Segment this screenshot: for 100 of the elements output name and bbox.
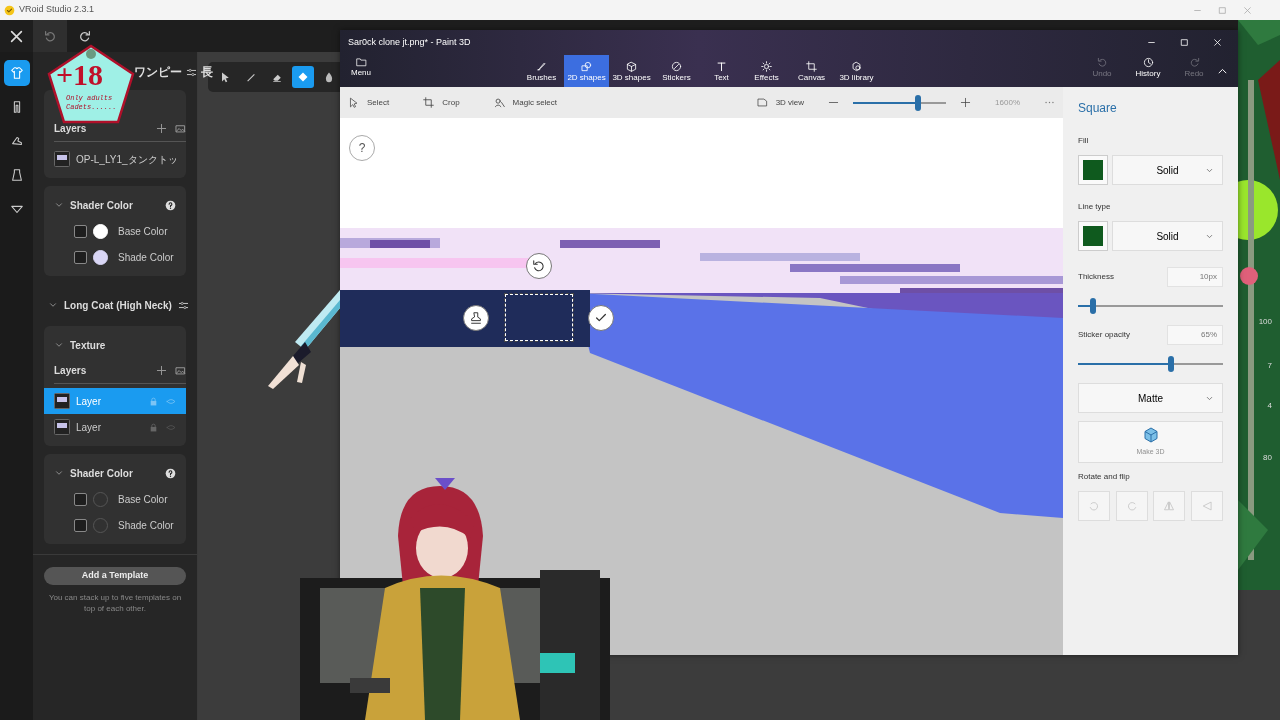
section-title: Shader Color [70, 198, 133, 213]
field-label: Sticker opacity [1078, 329, 1131, 341]
chevron-icon[interactable] [54, 200, 64, 210]
value-field[interactable]: 10px [1167, 267, 1223, 287]
person-icon [493, 97, 505, 108]
toolbar-tab[interactable]: 3D library [834, 55, 879, 87]
cube-icon [626, 60, 637, 72]
droplet-icon [323, 71, 335, 83]
text-icon [716, 60, 727, 72]
toolbar-tab[interactable]: Brushes [519, 55, 564, 87]
crop-icon [423, 97, 435, 108]
tool-button[interactable] [292, 66, 314, 88]
color-label: Base Color [118, 224, 168, 239]
layer-name: Layer [76, 420, 102, 435]
tool-button[interactable]: Crop [423, 96, 460, 109]
panel-title: Square [1078, 100, 1118, 117]
checkbox[interactable] [74, 224, 87, 238]
app-icon [4, 4, 15, 16]
toolbar-tab[interactable]: 3D shapes [609, 55, 654, 87]
value-label: 80 [1263, 452, 1272, 464]
slider-thumb[interactable] [1089, 298, 1096, 314]
redo-icon [1188, 57, 1200, 68]
cube-icon [1142, 426, 1159, 443]
shirt-icon [9, 66, 24, 80]
color-label: Shade Color [118, 250, 174, 265]
finish-dropdown[interactable]: Matte [1078, 383, 1223, 413]
redo-icon [77, 29, 91, 43]
window-title: Sar0ck clone jt.png* - Paint 3D [348, 35, 471, 49]
chevron-icon[interactable] [54, 468, 64, 478]
layer-thumbnail [54, 151, 70, 167]
checkbox[interactable] [74, 518, 87, 532]
slider-thumb[interactable] [1167, 356, 1174, 372]
view-3d-button[interactable]: 3D view [756, 96, 805, 109]
plus-icon[interactable] [960, 97, 972, 108]
toolbar-tab[interactable]: 2D shapes [564, 55, 609, 87]
section-label: Layers [54, 122, 87, 136]
dress-icon [9, 168, 24, 182]
layer-item[interactable]: OP-L_LY1_タンクトッ [44, 146, 186, 172]
help-icon[interactable] [165, 467, 176, 479]
history-button[interactable]: History [1125, 55, 1171, 87]
sticker-icon [671, 60, 682, 72]
value-field[interactable]: 65% [1167, 325, 1223, 345]
sun-icon [761, 60, 772, 72]
value-label: 100 [1258, 316, 1272, 328]
layer-thumbnail [54, 393, 70, 409]
zoom-slider-thumb[interactable] [915, 94, 922, 111]
checkbox[interactable] [74, 250, 87, 264]
checkbox[interactable] [74, 492, 87, 506]
section-title: Shader Color [70, 466, 133, 481]
pointer-icon [219, 71, 231, 83]
pointer-icon [348, 97, 359, 108]
style-dropdown[interactable]: Solid [1112, 221, 1223, 251]
window-title: VRoid Studio 2.3.1 [19, 3, 95, 17]
toolbar-tab[interactable]: Text [699, 55, 744, 87]
rotate-left-icon [1088, 500, 1100, 512]
chevron-icon[interactable] [48, 300, 58, 310]
category-tab[interactable] [3, 60, 30, 86]
outfit-name: ワンピー [134, 64, 182, 81]
tool-button[interactable]: Magic select [493, 96, 558, 109]
flip-vertical-icon [1163, 500, 1176, 512]
sticker-number: +18 [56, 60, 104, 90]
folder-icon [355, 57, 367, 67]
chevron-icon[interactable] [54, 340, 64, 350]
layer-name: OP-L_LY1_タンクトッ [76, 152, 176, 167]
toolbar-tab[interactable]: Effects [744, 55, 789, 87]
zoom-percent: 1600% [995, 96, 1020, 109]
flip-horizontal-icon [1200, 500, 1213, 512]
tool-button[interactable]: Select [348, 96, 390, 109]
image-icon[interactable] [175, 123, 186, 134]
crop-icon [806, 60, 817, 72]
undo-icon [43, 29, 57, 43]
field-label: Fill [1078, 135, 1090, 147]
clock-icon [1142, 57, 1154, 68]
group-title: Long Coat (High Neck) [64, 298, 172, 313]
hint-text: You can stack up to five templates on top of each other. [47, 593, 183, 615]
menu-button[interactable]: Menu [348, 55, 374, 87]
bucket-icon [297, 71, 309, 83]
pen-icon [245, 71, 257, 83]
plus-icon[interactable] [156, 123, 167, 134]
plus-icon[interactable] [156, 365, 167, 376]
section-label: Layers [54, 364, 87, 378]
sliders-icon[interactable] [177, 299, 189, 311]
shapes-icon [581, 60, 592, 72]
field-label: Thickness [1078, 271, 1114, 283]
help-icon[interactable] [165, 199, 176, 211]
color-label: Shade Color [118, 518, 174, 533]
shoe-icon [9, 134, 24, 148]
toolbar-tab[interactable]: Canvas [789, 55, 834, 87]
view-icon [756, 97, 768, 108]
field-label: Line type [1078, 201, 1112, 213]
outfit-name: 長 [201, 64, 213, 81]
value-label: 7 [1267, 360, 1272, 372]
add-template-button[interactable]: Add a Template [44, 567, 186, 585]
layer-thumbnail [54, 419, 70, 435]
layer-name: Layer [76, 394, 102, 409]
sliders-icon[interactable] [186, 66, 197, 78]
toolbar-tab[interactable]: Stickers [654, 55, 699, 87]
style-dropdown[interactable]: Solid [1112, 155, 1223, 185]
value-label: 4 [1267, 400, 1272, 412]
image-icon[interactable] [175, 365, 186, 376]
